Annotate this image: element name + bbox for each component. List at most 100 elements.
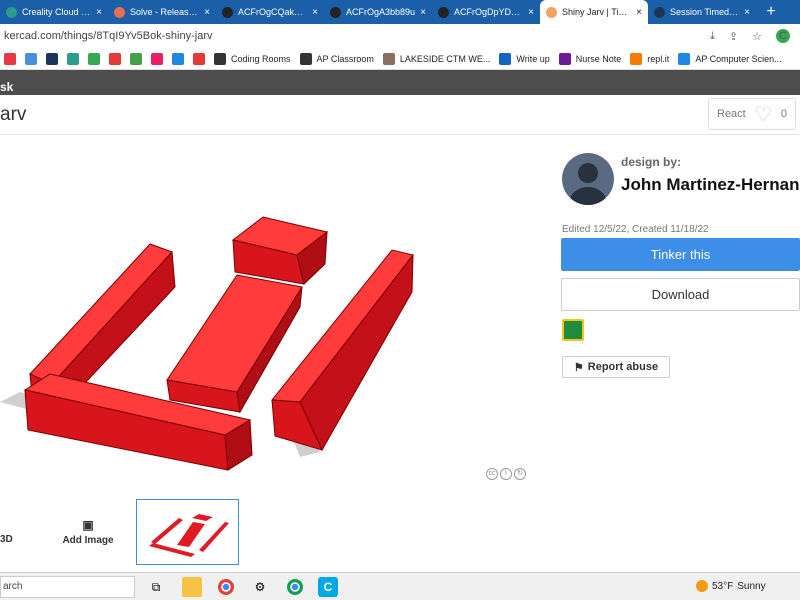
bookmark-label: Coding Rooms [231,53,291,64]
install-icon[interactable]: ⤓ [710,30,715,43]
share-icon[interactable]: ⇪ [729,30,738,43]
chrome-icon[interactable] [216,577,236,597]
download-button[interactable]: Download [561,278,800,311]
bookmark-item[interactable]: LAKESIDE CTM WE... [382,52,491,65]
bookmarks-bar: Coding Rooms AP Classroom LAKESIDE CTM WE.… [0,48,800,70]
bookmark-item[interactable] [67,52,79,65]
by-icon: i [500,468,512,480]
cc-icon: cc [486,468,498,480]
bookmark-icon [499,52,512,65]
design-by-label: design by: [621,155,682,169]
tab-bar: Creality Cloud - A × Solve - Release F × ACF… [0,0,800,24]
tinker-this-button[interactable]: Tinker this [561,238,800,271]
react-button[interactable]: React ♡ 0 [708,98,796,130]
bookmark-icon [25,52,37,65]
url-field[interactable]: kercad.com/things/8TqI9Yv5Bok-shiny-jarv [0,30,710,42]
weather-condition: Sunny [737,580,766,592]
bookmark-icon [678,52,691,65]
bookmark-icon [558,52,571,65]
bookmark-item[interactable] [151,52,163,65]
edited-date: Edited 12/5/22, Created 11/18/22 [562,224,709,235]
bookmark-item[interactable] [193,52,205,65]
tab-close-icon[interactable]: × [96,7,102,18]
bookmark-label: Write up [516,53,550,64]
bookmark-item[interactable]: AP Computer Scien... [678,52,782,65]
tab-favicon-icon [114,6,125,18]
model-viewer[interactable]: cc i ↻ [0,152,540,492]
sun-icon [696,580,708,592]
bookmark-icon [46,52,58,65]
designer-name[interactable]: John Martinez-Hernan [621,175,800,195]
bookmark-item[interactable] [130,52,142,65]
tab-close-icon[interactable]: × [636,7,642,18]
bookmark-item[interactable]: AP Classroom [299,52,374,65]
browser-tab[interactable]: Solve - Release F × [108,0,216,24]
browser-tab[interactable]: Session Timed Ou × [648,0,756,24]
bookmark-item[interactable]: Nurse Note [558,52,622,65]
bookmark-item[interactable] [109,52,121,65]
tab-favicon-icon [654,6,665,18]
title-row: arv React ♡ 0 [0,95,800,135]
bookmark-icon [109,52,121,65]
google-classroom-icon[interactable] [562,319,584,341]
site-logo-text[interactable]: sk [0,80,13,94]
tab-favicon-icon [6,6,17,18]
browser-tab[interactable]: Shiny Jarv | Tinke × [540,0,648,24]
react-label: React [717,108,746,120]
bookmark-item[interactable] [4,52,16,65]
chrome-icon-2[interactable] [285,577,305,597]
image-icon: ▣ [82,518,94,532]
tab-title: ACFrOgDpYDzTC [454,7,524,17]
settings-icon[interactable]: ⚙ [250,577,270,597]
license-icons: cc i ↻ [486,468,526,480]
bookmark-label: LAKESIDE CTM WE... [399,53,491,64]
heart-icon: ♡ [754,103,773,126]
tab-title: Session Timed Ou [670,7,740,17]
designer-avatar[interactable] [562,153,614,205]
tab-close-icon[interactable]: × [204,7,210,18]
flag-icon: ⚑ [573,361,584,374]
star-icon[interactable]: ☆ [752,30,762,43]
tab-title: ACFrOgCQakXmI [238,7,308,17]
browser-tab[interactable]: Creality Cloud - A × [0,0,108,24]
site-header: sk [0,70,800,95]
profile-avatar[interactable]: C [776,29,790,43]
tab-close-icon[interactable]: × [312,7,318,18]
bookmark-item[interactable]: repl.it [630,52,669,65]
browser-tab[interactable]: ACFrOgA3bb89u × [324,0,432,24]
bookmark-item[interactable] [88,52,100,65]
tab-close-icon[interactable]: × [528,7,534,18]
tab-favicon-icon [222,6,233,18]
report-label: Report abuse [587,361,659,373]
bookmark-item[interactable] [46,52,58,65]
app-c-icon[interactable]: C [318,577,338,597]
tab-favicon-icon [546,6,557,18]
bookmark-item[interactable]: Coding Rooms [214,52,291,65]
thumbnail-selected[interactable] [136,499,239,565]
browser-tab[interactable]: ACFrOgDpYDzTC × [432,0,540,24]
address-bar: kercad.com/things/8TqI9Yv5Bok-shiny-jarv… [0,24,800,48]
bookmark-item[interactable] [172,52,184,65]
thumbnail-3d[interactable]: 3D [0,534,13,545]
new-tab-button[interactable]: + [756,0,786,24]
weather-widget[interactable]: 53°F Sunny [696,580,766,592]
report-abuse-button[interactable]: ⚑ Report abuse [562,356,670,378]
tab-title: Solve - Release F [130,7,200,17]
bookmark-label: Nurse Note [575,53,622,64]
tab-close-icon[interactable]: × [744,7,750,18]
bookmark-icon [630,52,643,65]
bookmark-item[interactable] [25,52,37,65]
bookmark-icon [193,52,205,65]
temperature: 53°F [712,580,734,592]
task-view-icon[interactable]: ⧉ [146,577,166,597]
bookmark-label: AP Classroom [316,53,374,64]
taskbar-search[interactable]: arch [0,576,135,598]
file-explorer-icon[interactable] [182,577,202,597]
add-image-button[interactable]: ▣ Add Image [58,518,118,546]
tab-close-icon[interactable]: × [420,7,426,18]
page-title: arv [0,104,27,125]
bookmark-icon [130,52,142,65]
browser-tab[interactable]: ACFrOgCQakXmI × [216,0,324,24]
bookmark-item[interactable]: Write up [499,52,550,65]
bookmark-icon [299,52,312,65]
